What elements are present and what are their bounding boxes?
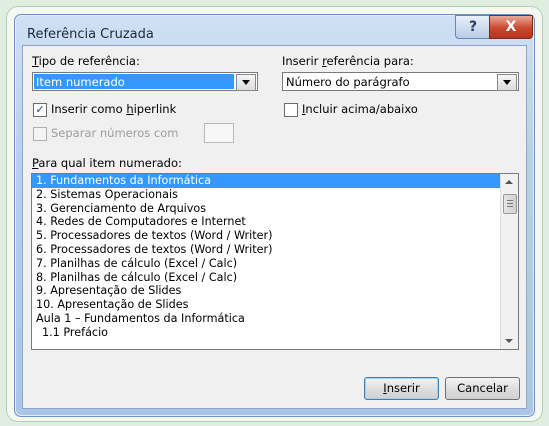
include-above-below-checkbox[interactable]: [284, 103, 298, 117]
list-item[interactable]: 10. Apresentação de Slides: [32, 298, 518, 312]
list-item[interactable]: 4. Redes de Computadores e Internet: [32, 215, 518, 229]
cross-reference-dialog: Referência Cruzada ? X Tipo de referênci…: [14, 14, 535, 417]
list-item[interactable]: 1.1 Prefácio: [32, 326, 518, 340]
reference-type-label: Tipo de referência:: [32, 54, 140, 68]
numbered-items-label: Para qual item numerado:: [32, 156, 182, 170]
scroll-down-arrow-icon[interactable]: [505, 339, 513, 343]
list-item[interactable]: 8. Planilhas de cálculo (Excel / Calc): [32, 271, 518, 285]
cancel-button[interactable]: Cancelar: [445, 377, 520, 400]
insert-reference-to-dropdown-button[interactable]: [497, 74, 517, 91]
grip-line: [507, 200, 513, 201]
chevron-down-icon: [242, 80, 250, 85]
close-button[interactable]: X: [489, 15, 533, 39]
reference-type-value: Item numerado: [34, 74, 234, 89]
insert-reference-to-label: Inserir referência para:: [282, 54, 414, 68]
separate-numbers-label: Separar números com: [51, 126, 179, 140]
dialog-title: Referência Cruzada: [27, 27, 154, 42]
numbered-items-list[interactable]: 1. Fundamentos da Informática 2. Sistemas…: [31, 173, 519, 350]
list-item[interactable]: 3. Gerenciamento de Arquivos: [32, 202, 518, 216]
list-scrollbar[interactable]: [500, 174, 518, 349]
separator-input[interactable]: [204, 123, 234, 143]
insert-as-hyperlink-label: Inserir como hiperlink: [51, 102, 177, 116]
separate-numbers-checkbox[interactable]: [33, 127, 47, 141]
list-item[interactable]: 6. Processadores de textos (Word / Write…: [32, 243, 518, 257]
scroll-thumb[interactable]: [503, 194, 517, 214]
insert-as-hyperlink-checkbox[interactable]: ✓: [33, 103, 47, 117]
help-button[interactable]: ?: [455, 15, 491, 39]
include-above-below-label: Incluir acima/abaixo: [302, 102, 418, 116]
list-item[interactable]: 1. Fundamentos da Informática: [32, 174, 518, 188]
list-items-container: 1. Fundamentos da Informática 2. Sistemas…: [32, 174, 518, 340]
scroll-up-arrow-icon[interactable]: [505, 180, 513, 184]
insert-reference-to-select[interactable]: Número do parágrafo: [282, 72, 519, 91]
chevron-down-icon: [503, 80, 511, 85]
list-item[interactable]: 2. Sistemas Operacionais: [32, 188, 518, 202]
list-item[interactable]: 7. Planilhas de cálculo (Excel / Calc): [32, 257, 518, 271]
grip-line: [507, 206, 513, 207]
dialog-body: Tipo de referência: Item numerado Inseri…: [22, 45, 527, 409]
reference-type-dropdown-button[interactable]: [236, 74, 256, 91]
list-item[interactable]: 9. Apresentação de Slides: [32, 284, 518, 298]
insert-button[interactable]: Inserir: [364, 377, 439, 400]
reference-type-select[interactable]: Item numerado: [32, 72, 258, 91]
grip-line: [507, 203, 513, 204]
insert-reference-to-value: Número do parágrafo: [286, 75, 410, 89]
list-item[interactable]: 5. Processadores de textos (Word / Write…: [32, 229, 518, 243]
list-item[interactable]: Aula 1 – Fundamentos da Informática: [32, 312, 518, 326]
